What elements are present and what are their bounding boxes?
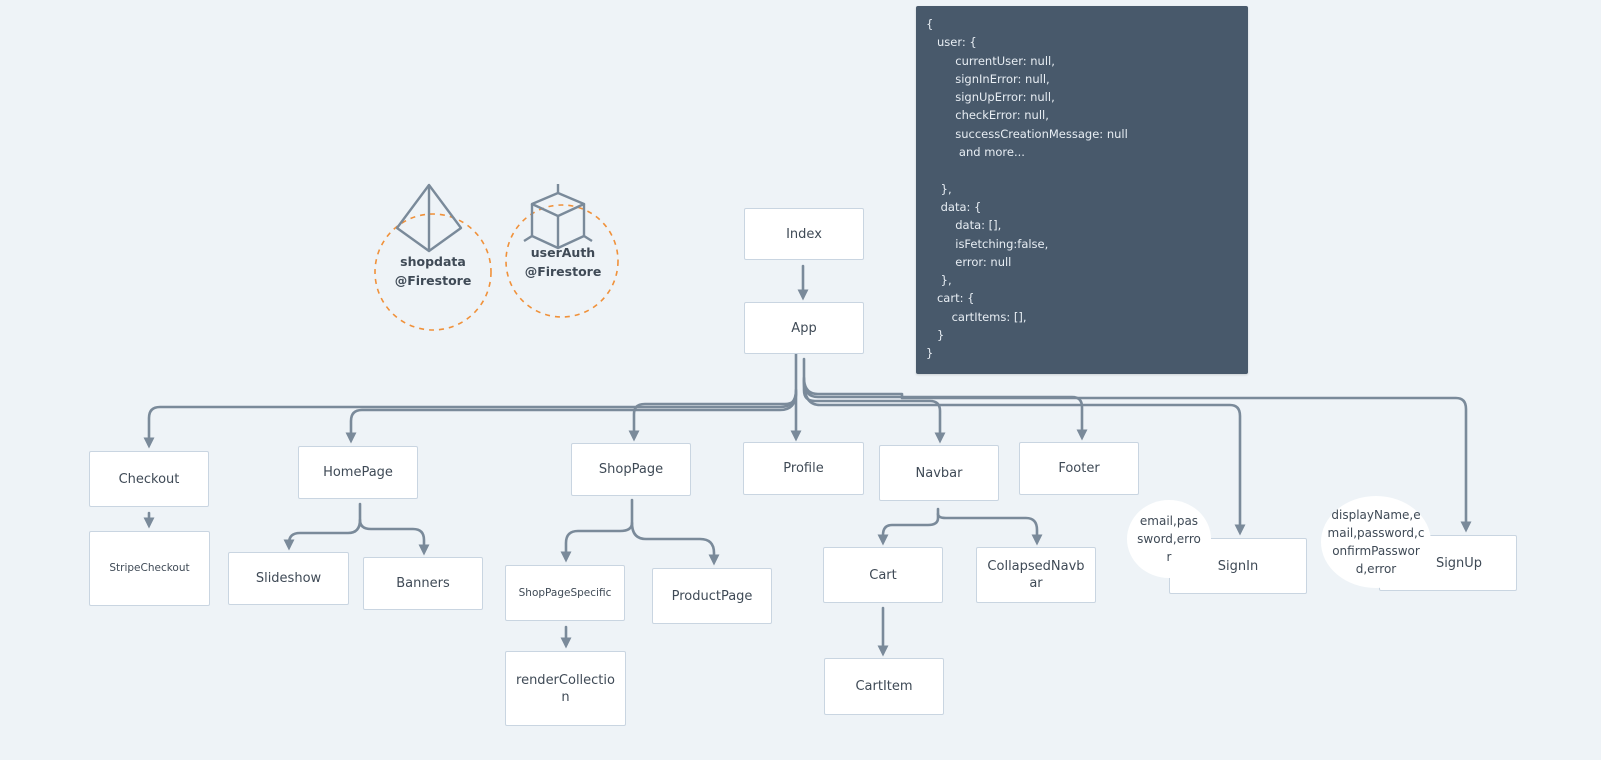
store-name: userAuth — [530, 245, 596, 260]
state-line: cartItems: [], — [926, 309, 1027, 324]
state-line: checkError: null, — [926, 108, 1049, 123]
state-line: { — [926, 17, 934, 31]
node-label: CollapsedNavbar — [987, 559, 1085, 591]
node-stripe-checkout[interactable]: StripeCheckout — [89, 531, 210, 606]
node-label: Footer — [1058, 461, 1100, 476]
state-line: error: null — [926, 254, 1012, 269]
node-index[interactable]: Index — [744, 208, 864, 260]
edge-app-shoppage — [628, 392, 798, 442]
shopdata-store: shopdata @Firestore — [383, 252, 483, 290]
store-name: shopdata — [400, 254, 466, 269]
node-label: Profile — [783, 461, 824, 476]
state-line: }, — [926, 273, 952, 288]
node-label: Slideshow — [255, 571, 322, 586]
bubble-label: displayName,email,password,confirmPasswo… — [1327, 508, 1425, 576]
node-label: Cart — [869, 567, 897, 583]
node-homepage[interactable]: HomePage — [298, 446, 418, 499]
state-line: }, — [926, 181, 952, 196]
bubble-label: email,password,error — [1137, 514, 1201, 564]
node-checkout[interactable]: Checkout — [89, 451, 209, 507]
state-line: user: { — [926, 35, 977, 50]
node-label: ProductPage — [671, 588, 753, 604]
node-collapsed-navbar[interactable]: CollapsedNavbar — [976, 547, 1096, 603]
node-label: App — [791, 320, 817, 336]
node-render-collection[interactable]: renderCollection — [505, 651, 626, 726]
node-navbar[interactable]: Navbar — [879, 445, 999, 501]
edge-app-checkout — [143, 388, 798, 449]
signin-state-bubble: email,password,error — [1127, 500, 1211, 578]
node-footer[interactable]: Footer — [1019, 442, 1139, 495]
edge-app-footer — [802, 378, 1088, 441]
state-line: isFetching:false, — [926, 236, 1049, 251]
node-banners[interactable]: Banners — [363, 557, 483, 610]
node-label: SignIn — [1217, 558, 1259, 574]
node-label: ShopPageSpecific — [518, 586, 612, 599]
state-line: data: [], — [926, 218, 1002, 233]
node-label: ShopPage — [598, 462, 664, 477]
state-line: and more... — [926, 145, 1025, 160]
edge-navbar-cart — [877, 507, 940, 546]
store-provider: @Firestore — [524, 264, 602, 279]
node-shoppage-specific[interactable]: ShopPageSpecific — [505, 565, 625, 621]
state-line: } — [926, 328, 945, 343]
edge-app-homepage — [345, 390, 798, 444]
node-cart[interactable]: Cart — [823, 547, 943, 603]
node-profile[interactable]: Profile — [743, 442, 864, 495]
node-label: renderCollection — [516, 672, 615, 705]
store-provider: @Firestore — [394, 273, 472, 288]
cube-icon — [523, 184, 593, 250]
redux-state-panel: { user: { currentUser: null, signInError… — [916, 6, 1248, 374]
node-slideshow[interactable]: Slideshow — [228, 552, 349, 605]
state-line: signUpError: null, — [926, 90, 1055, 105]
node-label: Checkout — [118, 471, 180, 487]
edge-shoppage-product — [630, 521, 720, 566]
connector-layer — [143, 183, 1472, 657]
node-label: StripeCheckout — [109, 562, 190, 574]
edge-homepage-slideshow — [283, 502, 362, 551]
edge-homepage-banners — [358, 518, 430, 556]
edge-navbar-collapsed — [936, 512, 1043, 546]
node-cart-item[interactable]: CartItem — [824, 658, 944, 715]
node-label: SignUp — [1435, 555, 1483, 571]
state-line: } — [926, 346, 934, 361]
node-label: Index — [786, 226, 822, 242]
state-line: data: { — [926, 199, 982, 214]
node-label: Navbar — [915, 465, 963, 481]
node-label: Banners — [396, 576, 450, 591]
pyramid-icon — [395, 183, 463, 253]
node-label: CartItem — [855, 679, 913, 694]
state-line — [926, 161, 1238, 179]
state-line: cart: { — [926, 291, 975, 306]
node-product-page[interactable]: ProductPage — [652, 568, 772, 624]
signup-state-bubble: displayName,email,password,confirmPasswo… — [1321, 496, 1431, 588]
edge-shoppage-specific — [560, 498, 634, 563]
node-label: HomePage — [323, 465, 393, 480]
state-line: signInError: null, — [926, 71, 1050, 86]
node-shoppage[interactable]: ShopPage — [571, 443, 691, 496]
userauth-store: userAuth @Firestore — [511, 243, 615, 281]
node-app[interactable]: App — [744, 302, 864, 354]
state-line: successCreationMessage: null — [926, 126, 1128, 141]
state-line: currentUser: null, — [926, 53, 1055, 68]
